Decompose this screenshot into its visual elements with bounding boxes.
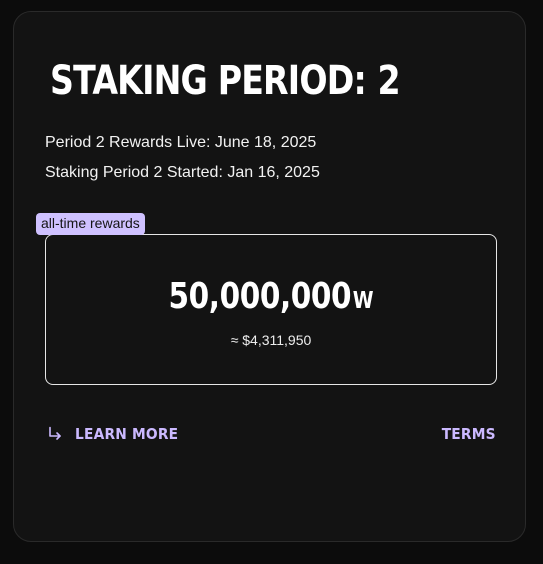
rewards-live-date: Period 2 Rewards Live: June 18, 2025 [45, 134, 317, 151]
arrow-down-right-icon [47, 426, 63, 442]
learn-more-label: LEARN MORE [75, 425, 179, 443]
staking-period-label: STAKING PERIOD: [50, 58, 367, 104]
staking-card: STAKING PERIOD: 2 Period 2 Rewards Live: … [13, 11, 526, 542]
period-start-date: Staking Period 2 Started: Jan 16, 2025 [45, 164, 320, 181]
page: STAKING PERIOD: 2 Period 2 Rewards Live: … [0, 0, 543, 564]
rewards-amount-unit: W [352, 288, 374, 314]
terms-label: TERMS [441, 425, 496, 443]
rewards-box: 50,000,000W ≈ $4,311,950 [45, 234, 497, 385]
rewards-usd-value: ≈ $4,311,950 [230, 332, 312, 348]
staking-period-number: 2 [377, 58, 401, 104]
page-title: STAKING PERIOD: 2 [50, 56, 401, 106]
rewards-amount: 50,000,000W [46, 275, 496, 319]
terms-link[interactable]: TERMS [437, 425, 496, 444]
learn-more-link[interactable]: LEARN MORE [47, 425, 187, 443]
all-time-rewards-tag: all-time rewards [36, 213, 145, 235]
rewards-amount-value: 50,000,000 [168, 276, 352, 317]
